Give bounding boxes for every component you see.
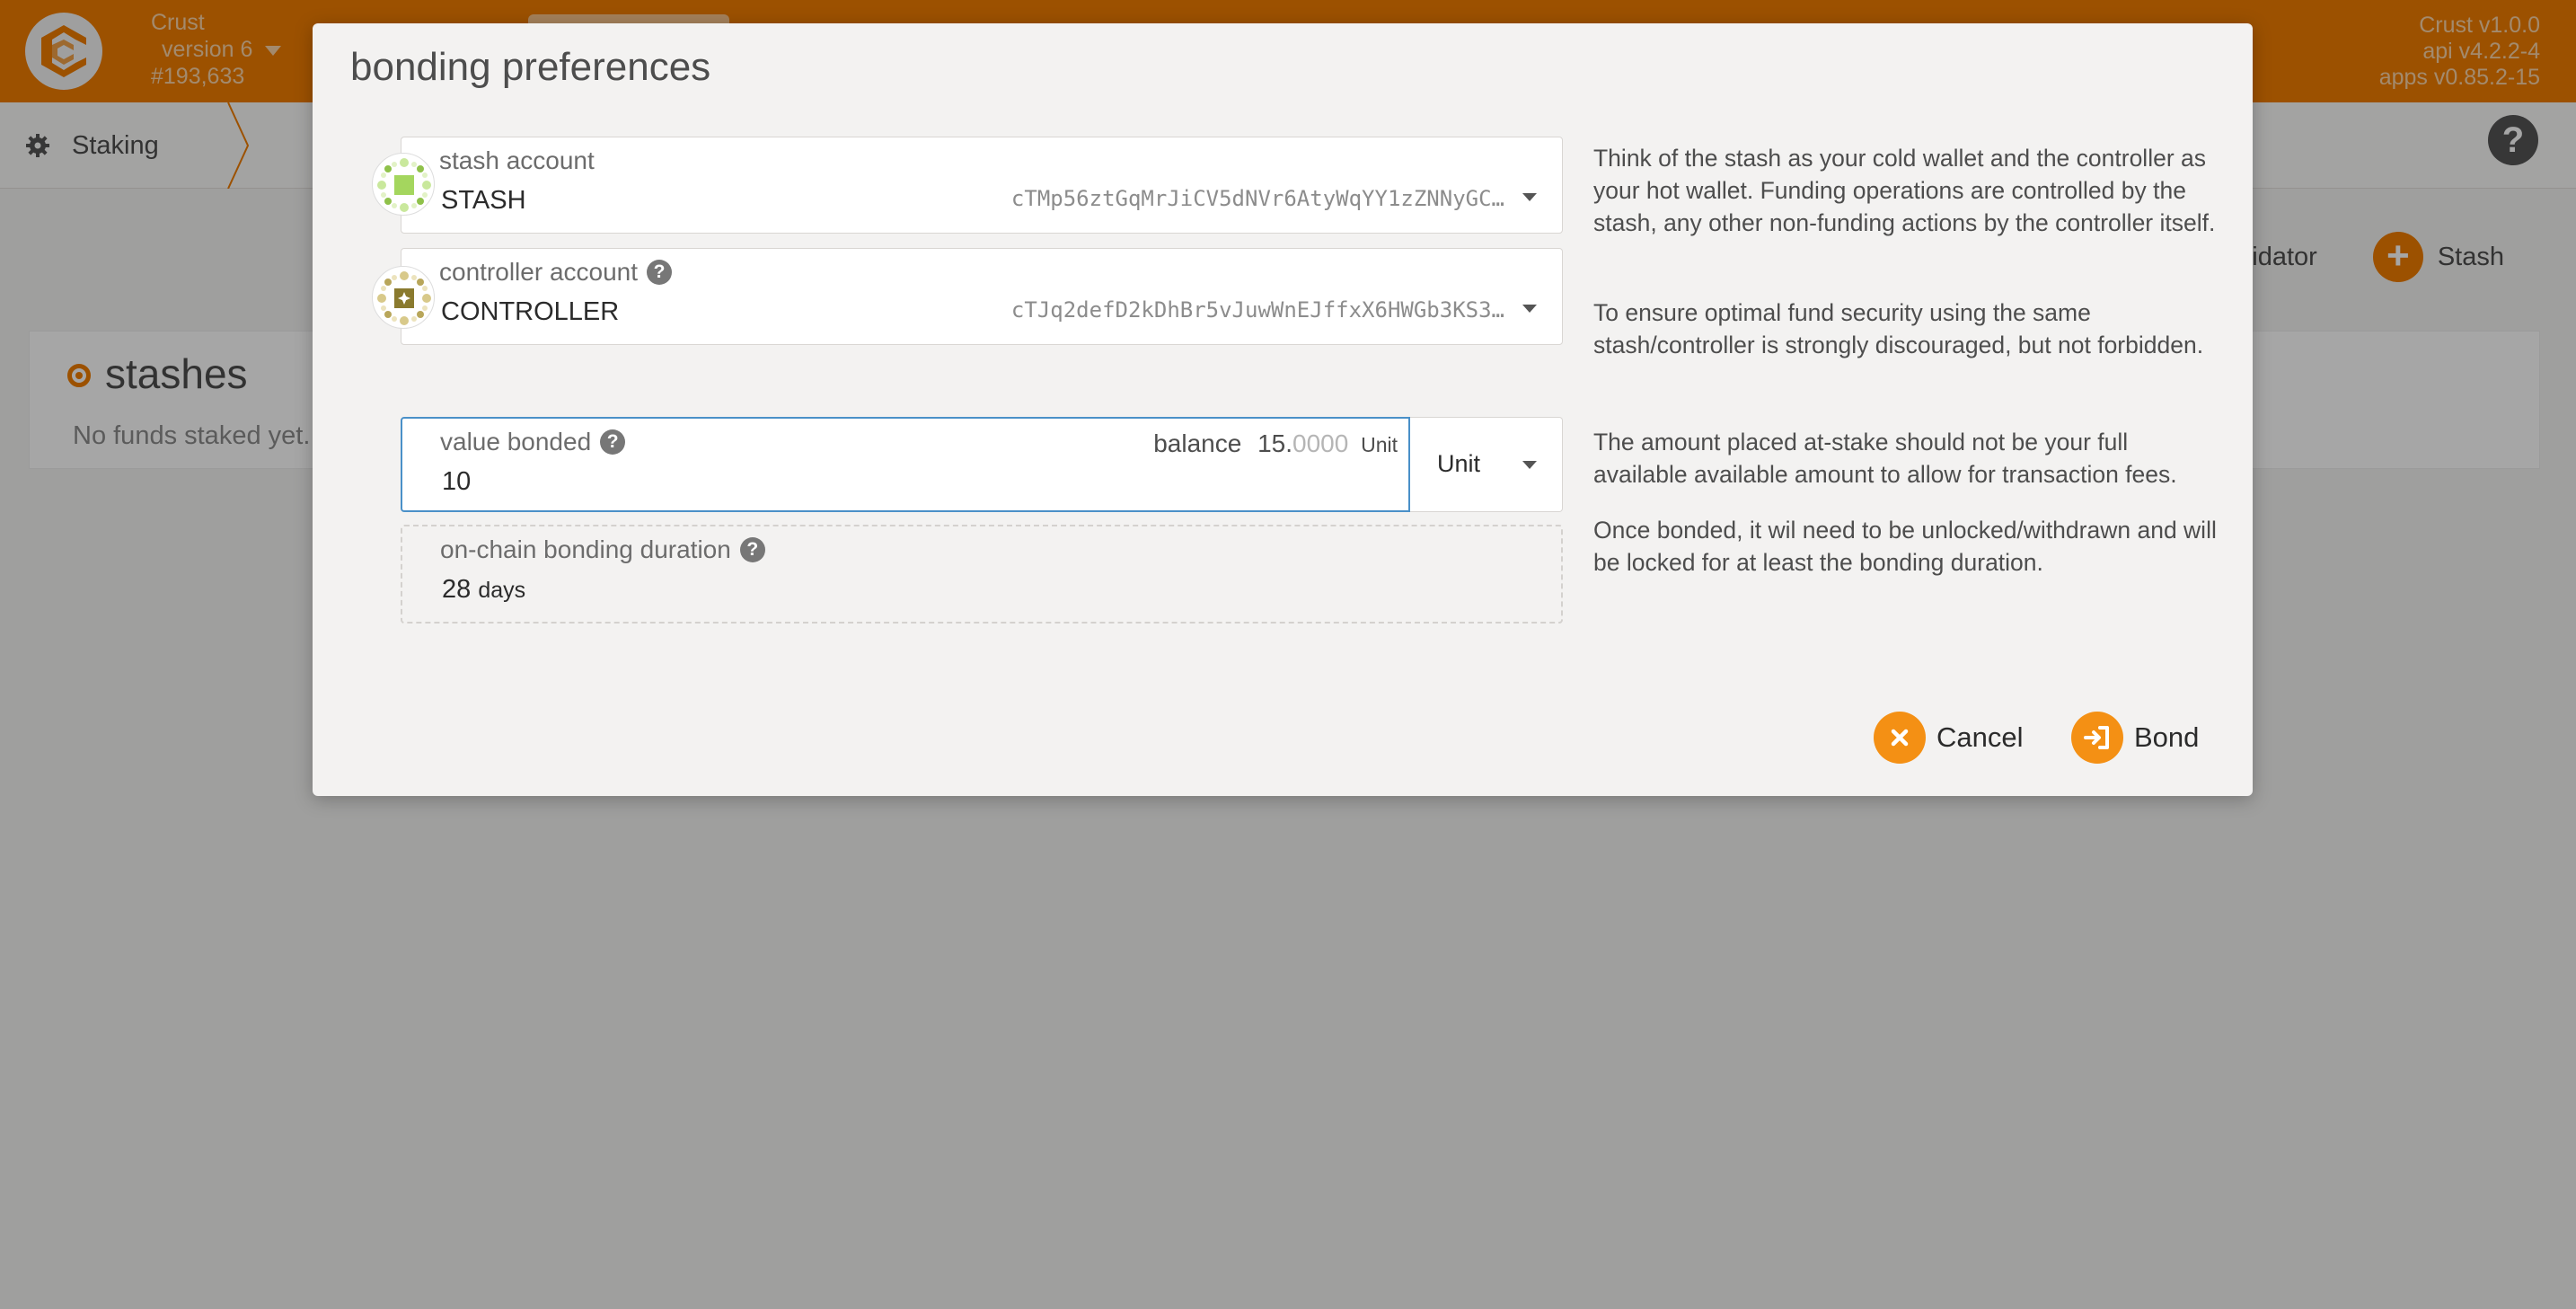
controller-identicon-icon bbox=[372, 266, 435, 329]
bond-button[interactable]: Bond bbox=[2071, 712, 2199, 764]
close-icon bbox=[1874, 712, 1926, 764]
stash-account-name: STASH bbox=[441, 186, 526, 215]
stash-account-address: cTMp56ztGqMrJiCV5dNVr6AtyWqYY1zZNNyGC… bbox=[1010, 186, 1504, 211]
value-bonded-value[interactable]: 10 bbox=[442, 467, 471, 497]
modal-title: bonding preferences bbox=[350, 45, 711, 89]
bond-button-label: Bond bbox=[2134, 721, 2200, 753]
bonding-duration-label: on-chain bonding duration bbox=[440, 535, 731, 563]
question-icon[interactable]: ? bbox=[600, 429, 626, 455]
controller-account-name: CONTROLLER bbox=[441, 297, 620, 326]
sign-in-icon bbox=[2071, 712, 2123, 764]
bonding-duration-value: 28 bbox=[442, 575, 472, 604]
help-text-stash-controller: Think of the stash as your cold wallet a… bbox=[1593, 145, 2216, 236]
stash-account-select[interactable]: stash account STASH cTMp56ztGqMrJiCV5dNV… bbox=[401, 137, 1563, 234]
help-text-unlock: Once bonded, it wil need to be unlocked/… bbox=[1593, 517, 2217, 576]
balance-unit: Unit bbox=[1361, 433, 1398, 456]
controller-account-label: controller account bbox=[439, 258, 639, 286]
balance-integer: 15. bbox=[1257, 429, 1293, 457]
value-bonded-label: value bonded bbox=[440, 428, 592, 455]
value-bonded-input[interactable]: value bonded? balance 15.0000 Unit 10 bbox=[401, 417, 1410, 512]
stash-account-label: stash account bbox=[439, 146, 595, 174]
chevron-down-icon[interactable] bbox=[1522, 461, 1537, 469]
controller-account-address: cTJq2defD2kDhBr5vJuwWnEJffxX6HWGb3KS3… bbox=[1010, 297, 1504, 323]
unit-select-value: Unit bbox=[1437, 450, 1481, 477]
balance-decimal: 0000 bbox=[1292, 429, 1349, 457]
bonding-duration-unit: days bbox=[478, 578, 526, 603]
controller-account-select[interactable]: controller account? CONTROLLER cTJq2defD… bbox=[401, 248, 1563, 345]
stash-identicon-icon bbox=[372, 153, 435, 216]
help-text-amount: The amount placed at-stake should not be… bbox=[1593, 429, 2177, 488]
chevron-down-icon[interactable] bbox=[1522, 193, 1537, 201]
balance-display: balance 15.0000 Unit bbox=[1153, 429, 1398, 458]
help-text-security: To ensure optimal fund security using th… bbox=[1593, 299, 2204, 358]
cancel-button[interactable]: Cancel bbox=[1874, 712, 2024, 764]
cancel-button-label: Cancel bbox=[1936, 721, 2024, 753]
unit-select[interactable]: Unit bbox=[1410, 417, 1563, 512]
question-icon[interactable]: ? bbox=[739, 537, 765, 562]
balance-label: balance bbox=[1153, 429, 1242, 457]
question-icon[interactable]: ? bbox=[647, 260, 673, 285]
bonding-duration-display: on-chain bonding duration? 28 days bbox=[401, 525, 1563, 624]
bonding-modal: bonding preferences stash account STASH … bbox=[313, 23, 2253, 796]
chevron-down-icon[interactable] bbox=[1522, 305, 1537, 313]
